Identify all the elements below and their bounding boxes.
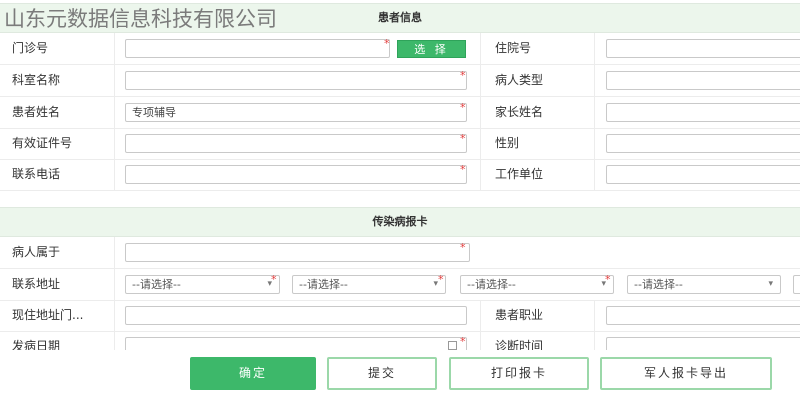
required-mark: * — [460, 335, 466, 348]
city-select-value: --请选择-- — [299, 278, 348, 291]
gender-label: 性别 — [480, 128, 595, 159]
work-unit-input[interactable] — [606, 165, 800, 184]
inpatient-no-input[interactable] — [606, 39, 800, 58]
required-mark: * — [460, 163, 466, 176]
town-select[interactable]: --请选择-- ▾ — [627, 275, 781, 294]
footer-actions: 确定 提交 打印报卡 军人报卡导出 — [0, 350, 800, 400]
village-select[interactable] — [793, 275, 800, 294]
inpatient-no-label: 住院号 — [480, 33, 595, 64]
belongs-to-input[interactable] — [125, 243, 470, 262]
guardian-name-label: 家长姓名 — [480, 97, 595, 128]
required-mark: * — [438, 273, 444, 286]
row-belongs-to: 病人属于 * — [0, 237, 800, 269]
infectious-header: 传染病报卡 — [0, 207, 800, 237]
print-card-button[interactable]: 打印报卡 — [449, 357, 589, 390]
select-button[interactable]: 选 择 — [397, 40, 466, 58]
phone-label: 联系电话 — [0, 159, 115, 190]
chevron-down-icon: ▾ — [768, 279, 773, 289]
required-mark: * — [460, 132, 466, 145]
patient-name-label: 患者姓名 — [0, 97, 115, 128]
department-input[interactable] — [125, 71, 467, 90]
required-mark: * — [605, 273, 611, 286]
patient-type-input[interactable] — [606, 71, 800, 90]
infectious-title: 传染病报卡 — [372, 215, 428, 228]
province-select[interactable]: --请选择-- ▾ — [125, 275, 280, 294]
clinic-no-label: 门诊号 — [0, 33, 115, 64]
required-mark: * — [460, 241, 466, 254]
occupation-label: 患者职业 — [480, 300, 595, 331]
required-mark: * — [271, 273, 277, 286]
district-select-value: --请选择-- — [467, 278, 516, 291]
address-label: 联系地址 — [0, 269, 115, 300]
current-address-input[interactable] — [125, 306, 467, 325]
calendar-icon[interactable] — [448, 341, 457, 350]
row-patient-name: 患者姓名 专项辅导 * 家长姓名 — [0, 97, 800, 129]
row-department: 科室名称 * 病人类型 — [0, 65, 800, 97]
gender-input[interactable] — [606, 134, 800, 153]
required-mark: * — [460, 69, 466, 82]
id-doc-label: 有效证件号 — [0, 128, 115, 159]
occupation-input[interactable] — [606, 306, 800, 325]
required-mark: * — [460, 101, 466, 114]
row-id-doc: 有效证件号 * 性别 — [0, 128, 800, 160]
belongs-to-label: 病人属于 — [0, 237, 115, 268]
department-label: 科室名称 — [0, 65, 115, 96]
confirm-button[interactable]: 确定 — [190, 357, 316, 390]
city-select[interactable]: --请选择-- ▾ — [292, 275, 446, 294]
submit-button[interactable]: 提交 — [327, 357, 437, 390]
id-doc-input[interactable] — [125, 134, 467, 153]
required-mark: * — [384, 37, 390, 50]
town-select-value: --请选择-- — [634, 278, 683, 291]
phone-input[interactable] — [125, 165, 467, 184]
row-address: 联系地址 --请选择-- ▾ * --请选择-- ▾ * --请选择-- ▾ *… — [0, 269, 800, 301]
row-current-address: 现住地址门... 患者职业 — [0, 300, 800, 332]
district-select[interactable]: --请选择-- ▾ — [460, 275, 614, 294]
row-clinic-no: 门诊号 * 选 择 住院号 — [0, 33, 800, 65]
row-phone: 联系电话 * 工作单位 — [0, 159, 800, 191]
patient-type-label: 病人类型 — [480, 65, 595, 96]
patient-name-input[interactable]: 专项辅导 — [125, 103, 467, 122]
guardian-name-input[interactable] — [606, 103, 800, 122]
province-select-value: --请选择-- — [132, 278, 181, 291]
watermark: 山东元数据信息科技有限公司 — [4, 7, 277, 31]
work-unit-label: 工作单位 — [480, 159, 595, 190]
export-military-card-button[interactable]: 军人报卡导出 — [600, 357, 772, 390]
clinic-no-input[interactable] — [125, 39, 390, 58]
current-address-label: 现住地址门... — [0, 300, 115, 331]
